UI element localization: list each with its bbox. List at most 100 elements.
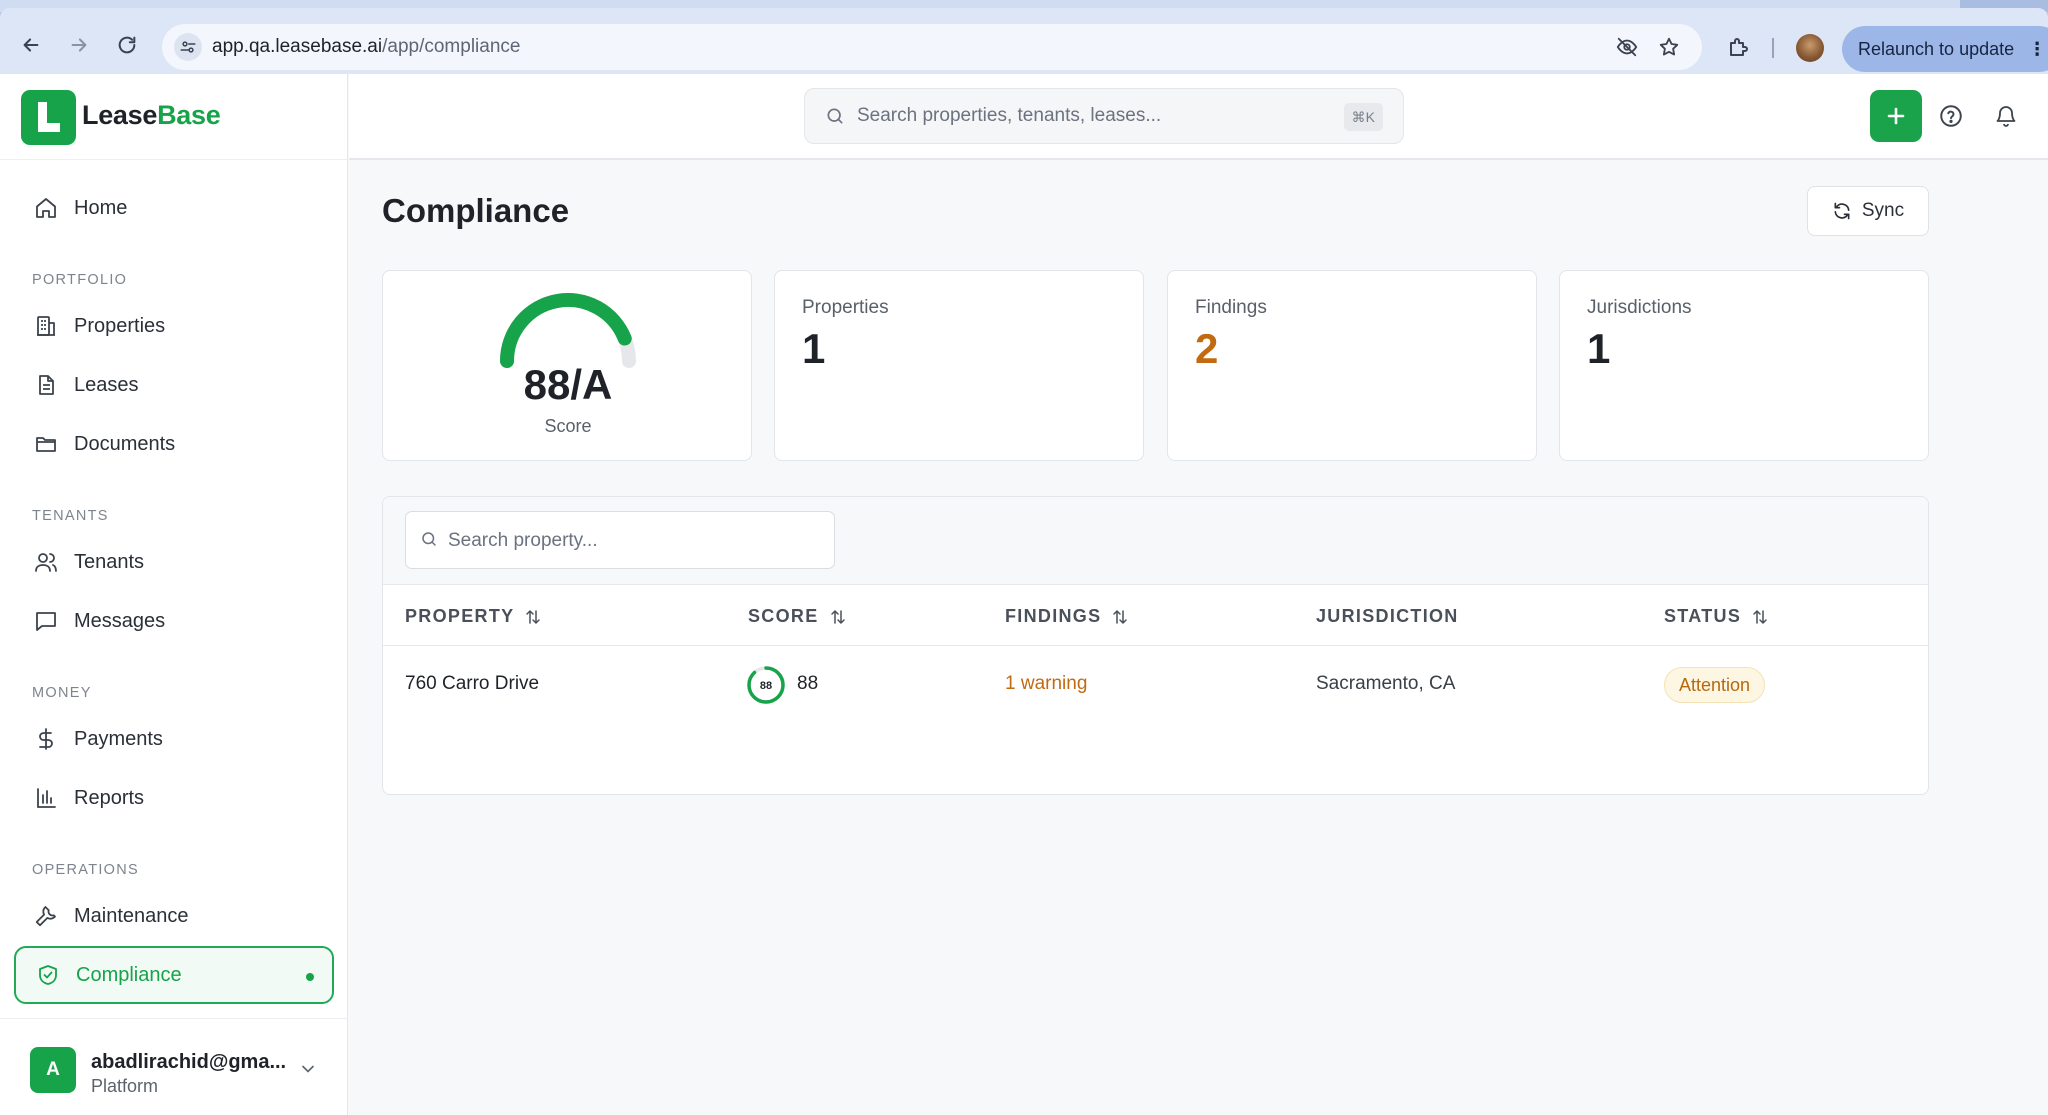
- sidebar-item-reports[interactable]: Reports: [14, 770, 334, 826]
- shield-check-icon: [34, 961, 62, 989]
- extensions-icon[interactable]: [1726, 34, 1752, 60]
- score-ring: 88: [747, 666, 785, 704]
- table-row[interactable]: 760 Carro Drive 88 88 1 warning Sacramen…: [383, 647, 1928, 725]
- global-search-input[interactable]: Search properties, tenants, leases... ⌘K: [804, 88, 1404, 144]
- sort-icon[interactable]: [1111, 608, 1129, 626]
- sidebar: LeaseBase Home PORTFOLIO Properties Leas…: [0, 74, 348, 1115]
- folder-icon: [32, 430, 60, 458]
- bell-icon[interactable]: [1991, 101, 2021, 131]
- chevron-down-icon[interactable]: [298, 1059, 318, 1084]
- sidebar-item-label: Documents: [74, 432, 176, 455]
- cell-score: 88: [797, 673, 819, 694]
- add-button[interactable]: [1870, 90, 1922, 142]
- cell-findings[interactable]: 1 warning: [1005, 673, 1087, 695]
- search-icon: [420, 530, 438, 553]
- sidebar-item-label: Payments: [74, 727, 163, 750]
- stat-card-properties: Properties 1: [774, 270, 1144, 461]
- nav-section-tenants: TENANTS: [32, 508, 109, 524]
- search-icon: [825, 106, 845, 131]
- status-badge: Attention: [1664, 667, 1766, 703]
- file-text-icon: [32, 371, 60, 399]
- browser-toolbar: app.qa.leasebase.ai/app/compliance Relau…: [0, 8, 2048, 74]
- sidebar-item-payments[interactable]: Payments: [14, 711, 334, 767]
- sidebar-item-label: Leases: [74, 373, 139, 396]
- property-search-input[interactable]: [448, 526, 818, 556]
- brand-header: LeaseBase: [0, 74, 348, 160]
- app-root: LeaseBase Home PORTFOLIO Properties Leas…: [0, 74, 2048, 1115]
- active-indicator-dot: [306, 973, 314, 981]
- score-gauge: [500, 293, 636, 368]
- profile-avatar[interactable]: [1796, 34, 1824, 62]
- building-icon: [32, 312, 60, 340]
- page-title: Compliance: [382, 192, 570, 229]
- global-search-placeholder: Search properties, tenants, leases...: [857, 105, 1162, 126]
- stat-value: 1: [802, 325, 826, 372]
- eye-off-icon[interactable]: [1614, 34, 1640, 60]
- sidebar-item-tenants[interactable]: Tenants: [14, 534, 334, 590]
- site-settings-icon[interactable]: [174, 33, 202, 61]
- column-header-status[interactable]: STATUS: [1664, 606, 1769, 627]
- sidebar-item-label: Compliance: [76, 963, 182, 986]
- sort-icon[interactable]: [1751, 608, 1769, 626]
- sort-icon[interactable]: [524, 608, 542, 626]
- sidebar-item-home[interactable]: Home: [14, 180, 334, 236]
- forward-icon[interactable]: [66, 32, 92, 58]
- nav-section-portfolio: PORTFOLIO: [32, 272, 128, 288]
- user-menu[interactable]: A abadlirachid@gma... Platform: [0, 1018, 348, 1115]
- sidebar-item-compliance[interactable]: Compliance: [14, 946, 334, 1004]
- sync-button[interactable]: Sync: [1807, 186, 1929, 236]
- nav-section-operations: OPERATIONS: [32, 862, 139, 878]
- leasebase-logo-icon[interactable]: [21, 90, 76, 145]
- sidebar-item-label: Maintenance: [74, 904, 189, 927]
- sidebar-item-label: Home: [74, 196, 128, 219]
- sidebar-item-properties[interactable]: Properties: [14, 298, 334, 354]
- nav-section-money: MONEY: [32, 685, 92, 701]
- compliance-table: PROPERTY SCORE FINDINGS JURISDICTION STA…: [382, 496, 1929, 795]
- sidebar-item-leases[interactable]: Leases: [14, 357, 334, 413]
- top-header: Search properties, tenants, leases... ⌘K: [349, 74, 2048, 160]
- score-label: Score: [544, 416, 592, 436]
- relaunch-label: Relaunch to update: [1858, 38, 2015, 59]
- toolbar-divider: [1772, 38, 1774, 58]
- stat-card-findings: Findings 2: [1167, 270, 1537, 461]
- stat-label: Jurisdictions: [1587, 297, 1692, 318]
- message-square-icon: [32, 607, 60, 635]
- score-value: 88/A: [523, 361, 613, 408]
- reload-icon[interactable]: [114, 32, 140, 58]
- user-avatar: A: [30, 1047, 76, 1093]
- column-header-score[interactable]: SCORE: [748, 606, 847, 627]
- relaunch-button[interactable]: Relaunch to update ⋮: [1842, 26, 2048, 72]
- sort-icon[interactable]: [829, 608, 847, 626]
- help-circle-icon[interactable]: [1936, 101, 1966, 131]
- table-toolbar: [383, 497, 1928, 585]
- user-email: abadlirachid@gma...: [91, 1051, 287, 1073]
- wrench-icon: [32, 902, 60, 930]
- more-menu-icon[interactable]: ⋮: [2028, 39, 2046, 60]
- search-shortcut-badge: ⌘K: [1343, 103, 1383, 131]
- stat-label: Findings: [1195, 297, 1267, 318]
- column-header-jurisdiction: JURISDICTION: [1316, 606, 1459, 626]
- back-icon[interactable]: [18, 32, 44, 58]
- user-role: Platform: [91, 1076, 159, 1096]
- sidebar-item-maintenance[interactable]: Maintenance: [14, 888, 334, 944]
- stat-label: Properties: [802, 297, 889, 318]
- sidebar-item-documents[interactable]: Documents: [14, 416, 334, 472]
- sidebar-item-label: Properties: [74, 314, 166, 337]
- stat-value: 1: [1587, 325, 1611, 372]
- score-card: 88/A Score: [382, 270, 752, 461]
- score-ring-label: 88: [760, 680, 772, 692]
- refresh-icon: [1832, 201, 1852, 221]
- sidebar-item-messages[interactable]: Messages: [14, 593, 334, 649]
- property-search-field[interactable]: [405, 511, 835, 569]
- table-header: PROPERTY SCORE FINDINGS JURISDICTION STA…: [383, 586, 1928, 646]
- column-header-findings[interactable]: FINDINGS: [1005, 606, 1129, 627]
- cell-jurisdiction: Sacramento, CA: [1316, 673, 1456, 694]
- cell-property[interactable]: 760 Carro Drive: [405, 673, 539, 695]
- sync-label: Sync: [1861, 200, 1905, 221]
- bar-chart-icon: [32, 784, 60, 812]
- users-icon: [32, 548, 60, 576]
- bookmark-star-icon[interactable]: [1656, 34, 1682, 60]
- dollar-sign-icon: [32, 725, 60, 753]
- address-bar[interactable]: app.qa.leasebase.ai/app/compliance: [162, 24, 1702, 70]
- column-header-property[interactable]: PROPERTY: [405, 606, 542, 627]
